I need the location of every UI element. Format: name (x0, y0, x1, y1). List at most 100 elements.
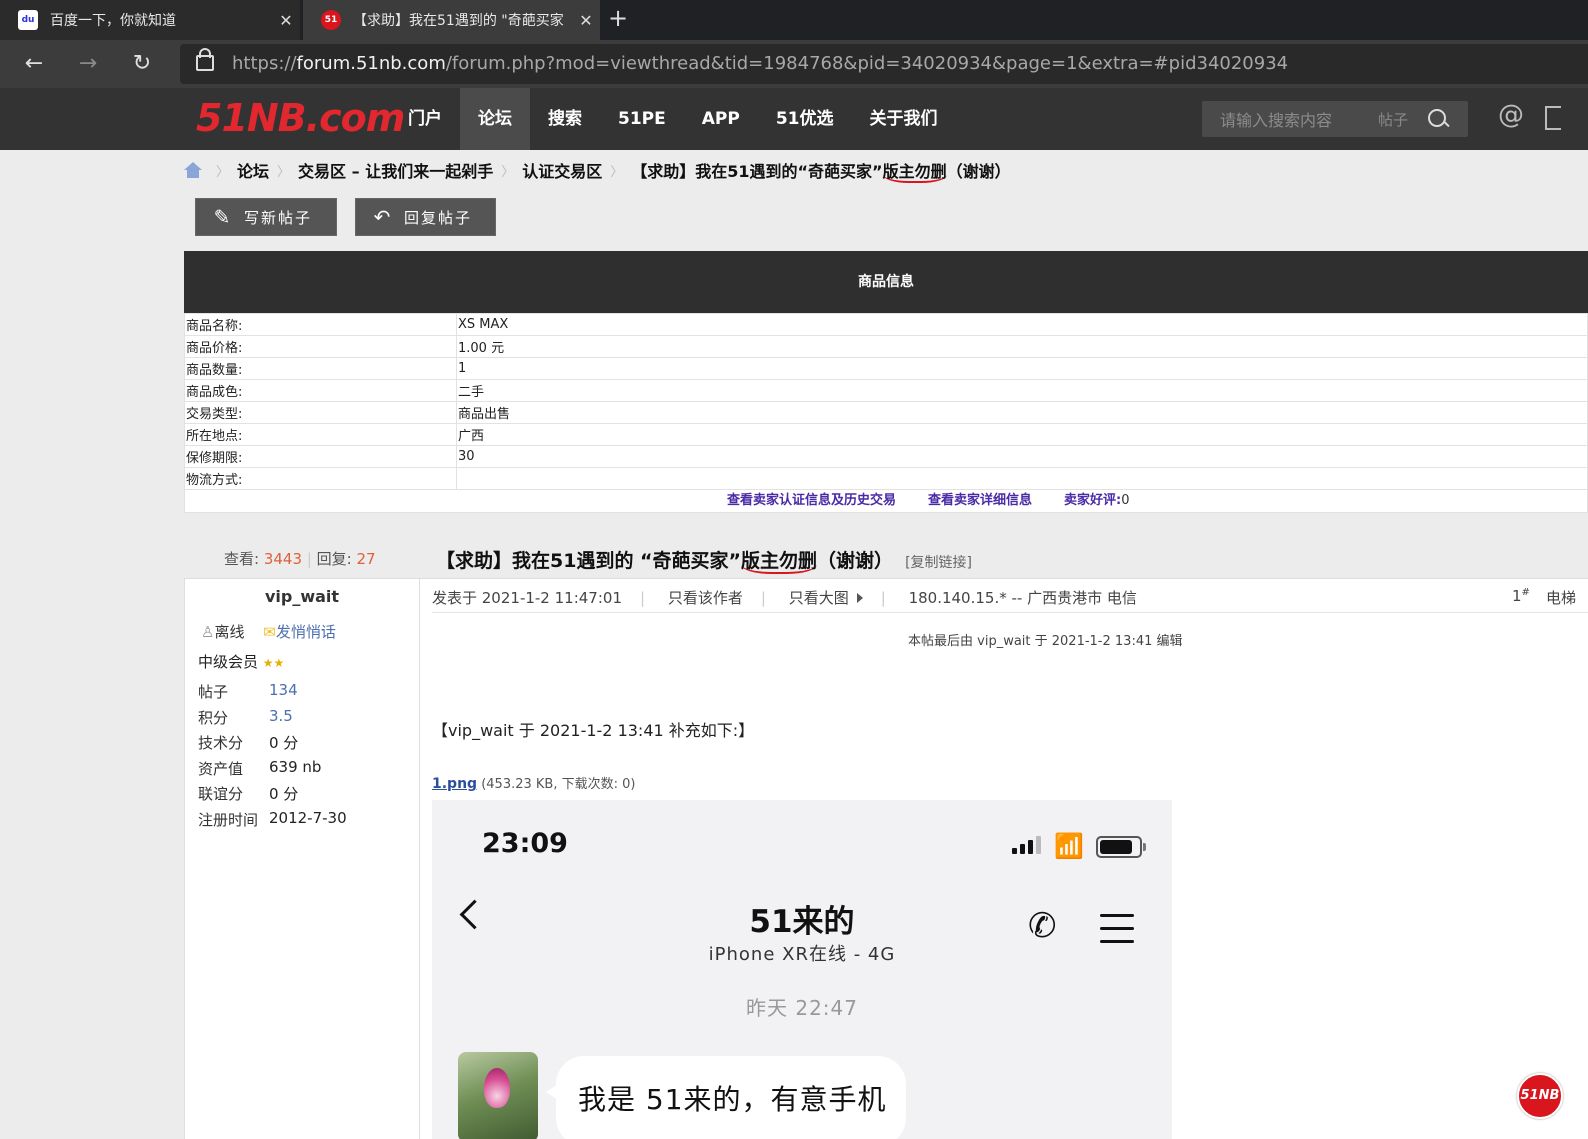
home-icon[interactable] (184, 162, 202, 178)
stat-value[interactable]: 134 (269, 681, 298, 707)
close-tab-icon[interactable]: ✕ (572, 11, 600, 30)
meta-divider: | (760, 589, 766, 607)
product-info-header: 商品信息 (184, 251, 1588, 313)
stat-row: 积分 3.5 (198, 707, 347, 733)
site-search: 帖子 (1202, 101, 1468, 137)
author-sidebar: vip_wait ♙离线 ✉发悄悄话 中级会员 ★★ 帖子 134 积分 3.5 技… (184, 579, 420, 1139)
row-key: 保修期限: (184, 445, 457, 468)
stat-key: 积分 (198, 708, 229, 727)
attachment-info: (453.23 KB, 下载次数: 0) (481, 777, 636, 792)
row-key: 商品名称: (184, 313, 457, 336)
new-tab-icon[interactable]: + (608, 4, 628, 32)
nav-item-51youxuan[interactable]: 51优选 (758, 88, 852, 150)
floor-value: 1 (1512, 587, 1522, 605)
nav-item-forum[interactable]: 论坛 (460, 88, 530, 150)
edit-note: 本帖最后由 vip_wait 于 2021-1-2 13:41 编辑 (908, 634, 1183, 649)
stat-key: 注册时间 (198, 810, 259, 829)
floor-number[interactable]: 1# (1512, 587, 1530, 605)
lock-icon (196, 48, 214, 71)
breadcrumb-certified[interactable]: 认证交易区 (522, 158, 602, 182)
send-pm-link[interactable]: ✉发悄悄话 (263, 623, 336, 641)
table-row: 商品成色: 二手 (184, 379, 1588, 402)
seller-rating-value: 0 (1121, 493, 1130, 508)
back-arrow-icon[interactable]: ← (18, 48, 50, 80)
wifi-icon: 📶 (1054, 832, 1084, 860)
thread-title-row: 查看: 3443 | 回复: 27 【求助】我在51遇到的 “奇葩买家”版主勿删… (184, 540, 1588, 578)
url-scheme: https:// (232, 53, 297, 74)
seller-detail-link[interactable]: 查看卖家详细信息 (928, 493, 1032, 508)
big-image-link[interactable]: 只看大图 (789, 589, 863, 607)
close-tab-icon[interactable]: ✕ (272, 11, 300, 30)
post: vip_wait ♙离线 ✉发悄悄话 中级会员 ★★ 帖子 134 积分 3.5 技… (184, 578, 1588, 1139)
nav-item-portal[interactable]: 门户 (390, 88, 460, 150)
avatar (458, 1052, 538, 1139)
url-path: /forum.php?mod=viewthread&tid=1984768&pi… (445, 53, 1289, 74)
url-field[interactable]: https://forum.51nb.com/forum.php?mod=vie… (180, 44, 1588, 84)
51nb-floating-button[interactable]: 51NB (1517, 1073, 1563, 1119)
meta-divider: | (640, 589, 646, 607)
tab-title: 百度一下，你就知道 (50, 13, 176, 29)
search-icon[interactable] (1428, 109, 1446, 127)
copy-link[interactable]: [复制链接] (905, 555, 972, 571)
baidu-paw-icon: du (18, 10, 38, 30)
row-value: XS MAX (456, 313, 1588, 336)
browser-tab-active[interactable]: 51 【求助】我在51遇到的 "奇葩买家 ✕ (303, 0, 600, 40)
search-input[interactable] (1218, 107, 1372, 133)
attachment-link[interactable]: 1.png (432, 776, 477, 792)
meta-divider: | (880, 589, 886, 607)
attached-phone-screenshot[interactable]: 23:09 📶 51来的 iPhone XR在线 - 4G ✆ 昨天 22:47… (432, 800, 1172, 1139)
stat-row: 帖子 134 (198, 681, 347, 707)
stat-value: 639 nb (269, 757, 322, 776)
nav-item-51pe[interactable]: 51PE (600, 88, 684, 150)
row-key: 商品成色: (184, 379, 457, 402)
reply-button[interactable]: ↶ 回复帖子 (355, 198, 496, 236)
search-scope[interactable]: 帖子 (1378, 109, 1408, 130)
breadcrumb: 〉 论坛 〉 交易区 – 让我们来一起剁手 〉 认证交易区 〉 【求助】我在51… (184, 158, 1011, 183)
thread-stats: 查看: 3443 | 回复: 27 (224, 548, 376, 569)
nav-item-app[interactable]: APP (684, 88, 758, 150)
row-key: 商品价格: (184, 335, 457, 358)
mention-icon[interactable]: @ (1498, 100, 1524, 130)
elevator-link[interactable]: 电梯 (1546, 587, 1576, 608)
row-value: 广西 (456, 423, 1588, 446)
stat-row: 技术分 0 分 (198, 732, 347, 758)
new-post-button[interactable]: ✎ 写新帖子 (195, 198, 337, 236)
nav-item-about[interactable]: 关于我们 (851, 88, 955, 150)
site-logo[interactable]: 51NB.com (196, 96, 405, 140)
views-label: 查看: (224, 550, 260, 568)
seller-cert-link[interactable]: 查看卖家认证信息及历史交易 (727, 493, 896, 508)
address-bar-row: ← → ↻ https://forum.51nb.com/forum.php?m… (0, 40, 1588, 88)
author-only-link[interactable]: 只看该作者 (668, 589, 743, 607)
envelope-icon: ✉ (263, 623, 276, 641)
offline-person-icon: ♙ (201, 623, 215, 641)
replies-count: 27 (356, 550, 376, 568)
breadcrumb-separator: 〉 (216, 164, 230, 180)
row-value: 30 (456, 445, 1588, 468)
stat-value: 0 分 (269, 734, 299, 753)
breadcrumb-trade[interactable]: 交易区 – 让我们来一起剁手 (298, 158, 493, 182)
chat-message: 我是 51来的，有意手机 (546, 1056, 906, 1139)
reload-icon[interactable]: ↻ (126, 48, 158, 80)
nav-item-search[interactable]: 搜索 (530, 88, 600, 150)
author-name[interactable]: vip_wait (185, 587, 419, 606)
row-value: 商品出售 (456, 401, 1588, 424)
browser-tab-baidu[interactable]: du 百度一下，你就知道 ✕ (0, 0, 300, 40)
stat-row: 联谊分 0 分 (198, 783, 347, 809)
tab-title: 【求助】我在51遇到的 "奇葩买家 (353, 13, 564, 29)
row-key: 商品数量: (184, 357, 457, 380)
forward-arrow-icon[interactable]: → (72, 48, 104, 80)
stats-divider: | (306, 550, 312, 568)
speaker-icon[interactable] (1545, 106, 1561, 130)
row-key: 交易类型: (184, 401, 457, 424)
breadcrumb-current[interactable]: 【求助】我在51遇到的“奇葩买家”版主勿删（谢谢） (631, 158, 1011, 183)
url-text[interactable]: https://forum.51nb.com/forum.php?mod=vie… (232, 53, 1288, 74)
stat-value[interactable]: 3.5 (269, 707, 293, 733)
thread-title: 【求助】我在51遇到的 “奇葩买家”版主勿删（谢谢） [复制链接] (436, 546, 972, 574)
new-post-label: 写新帖子 (244, 208, 313, 227)
replies-label: 回复: (316, 550, 352, 568)
row-key: 所在地点: (184, 423, 457, 446)
product-info-panel: 商品信息 商品名称: XS MAX 商品价格: 1.00 元 商品数量: 1 商品成色… (184, 251, 1588, 513)
seller-rating[interactable]: 卖家好评:0 (1064, 493, 1129, 508)
table-row: 商品名称: XS MAX (184, 313, 1588, 336)
breadcrumb-forum[interactable]: 论坛 (237, 158, 269, 182)
